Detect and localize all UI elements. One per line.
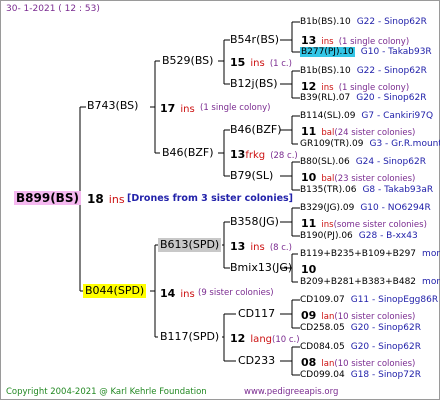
gen4-row[interactable]: GR109(TR).09 G3 - Gr.R.mounta (300, 138, 440, 150)
gen3-descriptor-8: 08 lan(10 sister colonies) (301, 356, 416, 370)
gen4-row[interactable]: CD258.05 G20 - Sinop62R (300, 322, 421, 334)
gen2-queen-4[interactable]: B117(SPD) (160, 331, 219, 343)
gen4-info: G24 - Sinop62R (355, 157, 426, 167)
gen4-info: G10 - Takab93R (360, 47, 432, 57)
gen4-row[interactable]: B209+B281+B383+B482 more (300, 276, 440, 288)
gen3-queen-7[interactable]: CD117 (238, 308, 275, 320)
gen4-label: CD109.07 (300, 295, 345, 305)
gen4-info: G7 - Cankiri97Q (361, 111, 434, 121)
gen4-info: G20 - Sinop62R (356, 93, 427, 103)
gen4-label: B1b(BS).10 (300, 17, 351, 27)
gen4-info: more (422, 277, 440, 287)
gen4-label: B80(SL).06 (300, 157, 350, 167)
gen4-row[interactable]: B119+B235+B109+B297 more (300, 248, 440, 260)
footer-site-link[interactable]: www.pedigreeapis.org (244, 386, 338, 398)
gen4-row[interactable]: CD109.07 G11 - SinopEgg86R (300, 294, 438, 306)
gen4-row[interactable]: B329(JG).09 G10 - NO6294R (300, 202, 431, 214)
gen4-label: GR109(TR).09 (300, 139, 364, 149)
sire-descriptor: 17 ins (160, 102, 195, 116)
gen4-label: B39(RL).07 (300, 93, 351, 103)
gen4-label: CD099.04 (300, 370, 345, 380)
gen4-label: B114(SL).09 (300, 111, 356, 121)
gen2-descriptor-2: 13frkg (28 c.) (230, 148, 298, 162)
gen4-row[interactable]: CD084.05 G20 - Sinop62R (300, 341, 421, 353)
dam-descriptor: 14 ins (160, 287, 195, 301)
gen4-label: B135(TR).06 (300, 185, 357, 195)
gen4-info: G20 - Sinop62R (350, 342, 421, 352)
gen4-info: G3 - Gr.R.mounta (369, 139, 440, 149)
gen4-label: B209+B281+B383+B482 (300, 277, 417, 287)
gen4-label: B190(PJ).06 (300, 231, 353, 241)
root-drone-note: [Drones from 3 sister colonies] (127, 193, 294, 204)
gen3-queen-4[interactable]: B79(SL) (230, 170, 273, 182)
gen4-info: more (422, 249, 440, 259)
gen3-queen-5[interactable]: B358(JG) (230, 216, 279, 228)
gen4-row[interactable]: B1b(BS).10 G22 - Sinop62R (300, 16, 427, 28)
gen4-info: G8 - Takab93aR (362, 185, 434, 195)
dam-queen[interactable]: B044(SPD) (83, 284, 147, 298)
gen4-label: CD084.05 (300, 342, 345, 352)
timestamp: 30- 1-2021 ( 12 : 53) (6, 4, 100, 14)
gen3-descriptor-7: 09 lan(10 sister colonies) (301, 309, 416, 323)
gen3-queen-2[interactable]: B12j(BS) (230, 78, 278, 90)
gen4-row[interactable]: B80(SL).06 G24 - Sinop62R (300, 156, 426, 168)
root-descriptor: 18 ins (87, 192, 125, 206)
sire-queen[interactable]: B743(BS) (87, 100, 138, 112)
gen4-row[interactable]: B39(RL).07 G20 - Sinop62R (300, 92, 426, 104)
gen4-info: G22 - Sinop62R (356, 66, 427, 76)
gen4-info: G20 - Sinop62R (350, 323, 421, 333)
gen3-descriptor-4: 10 bal(23 sister colonies) (301, 171, 416, 185)
gen4-label: B119+B235+B109+B297 (300, 249, 417, 259)
gen3-queen-3[interactable]: B46(BZF) (230, 124, 282, 136)
gen2-queen-3[interactable]: B613(SPD) (158, 238, 222, 252)
gen3-queen-1[interactable]: B54r(BS) (230, 34, 279, 46)
gen4-info: G22 - Sinop62R (356, 17, 427, 27)
gen4-row[interactable]: B277(PJ).10 G10 - Takab93R (300, 46, 432, 58)
gen3-queen-8[interactable]: CD233 (238, 355, 275, 367)
gen2-descriptor-4: 12 lang(10 c.) (230, 332, 300, 346)
root-queen[interactable]: B899(BS) (14, 191, 81, 205)
gen4-row[interactable]: B114(SL).09 G7 - Cankiri97Q (300, 110, 433, 122)
gen3-descriptor-3: 11 bal(24 sister colonies) (301, 125, 416, 139)
gen4-row[interactable]: B1b(BS).10 G22 - Sinop62R (300, 65, 427, 77)
gen3-descriptor-5: 11 ins(some sister colonies) (301, 217, 427, 231)
gen4-row[interactable]: CD099.04 G18 - Sinop72R (300, 369, 421, 381)
gen4-info: G18 - Sinop72R (350, 370, 421, 380)
sire-note: (1 single colony) (200, 103, 271, 113)
gen3-descriptor-6: 10 (301, 263, 317, 276)
gen4-label: B277(PJ).10 (300, 47, 355, 57)
gen2-descriptor-1: 15 ins (1 c.) (230, 56, 292, 70)
gen2-queen-1[interactable]: B529(BS) (162, 55, 213, 67)
gen3-queen-6[interactable]: Bmix13(JG) (230, 262, 292, 274)
gen2-descriptor-3: 13 ins (8 c.) (230, 240, 292, 254)
gen4-label: B329(JG).09 (300, 203, 355, 213)
dam-note: (9 sister colonies) (198, 288, 274, 298)
gen4-row[interactable]: B190(PJ).06 G28 - B-xx43 (300, 230, 418, 242)
gen4-row[interactable]: B135(TR).06 G8 - Takab93aR (300, 184, 433, 196)
gen4-info: G11 - SinopEgg86R (350, 295, 439, 305)
gen4-info: G10 - NO6294R (360, 203, 431, 213)
gen4-label: B1b(BS).10 (300, 66, 351, 76)
gen4-info: G28 - B-xx43 (358, 231, 418, 241)
gen4-label: CD258.05 (300, 323, 345, 333)
gen2-queen-2[interactable]: B46(BZF) (162, 147, 214, 159)
footer-copyright: Copyright 2004-2021 @ Karl Kehrle Founda… (6, 387, 207, 397)
